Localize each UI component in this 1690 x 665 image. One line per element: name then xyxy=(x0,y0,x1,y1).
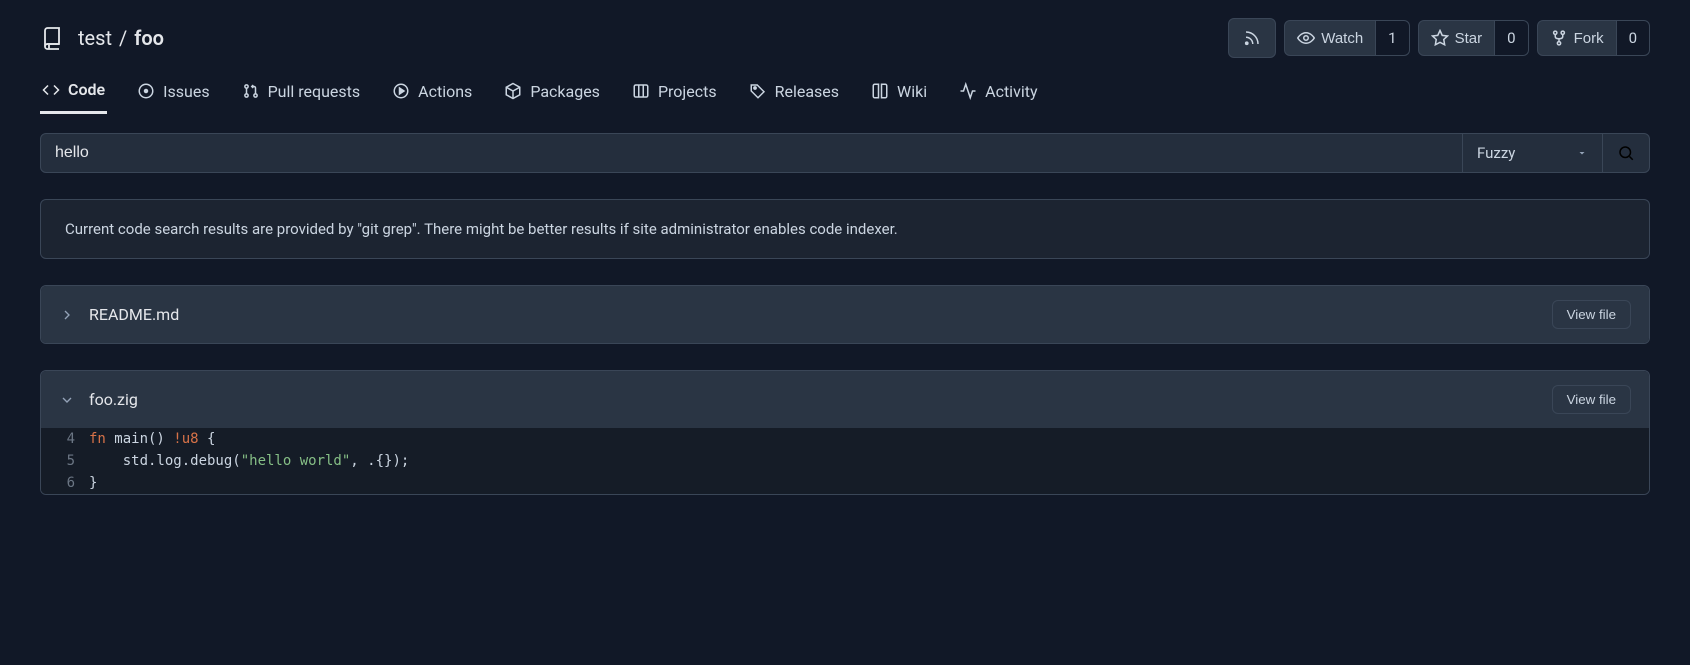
tab-packages-label: Packages xyxy=(530,82,600,101)
view-file-button[interactable]: View file xyxy=(1552,385,1631,414)
star-label: Star xyxy=(1455,30,1483,47)
rss-icon xyxy=(1243,29,1261,47)
code-content: fn main() !u8 { xyxy=(89,428,215,450)
fork-icon xyxy=(1550,29,1568,47)
result-header[interactable]: README.md View file xyxy=(41,286,1649,343)
tab-pull-requests[interactable]: Pull requests xyxy=(240,68,363,114)
tab-actions[interactable]: Actions xyxy=(390,68,474,114)
code-line: 6} xyxy=(41,472,1649,494)
eye-icon xyxy=(1297,29,1315,47)
watch-button[interactable]: Watch xyxy=(1284,20,1376,56)
project-icon xyxy=(632,82,650,100)
repo-owner-link[interactable]: test xyxy=(78,26,112,50)
book-icon xyxy=(871,82,889,100)
star-count[interactable]: 0 xyxy=(1495,20,1528,56)
fork-button[interactable]: Fork xyxy=(1537,20,1617,56)
tab-releases-label: Releases xyxy=(775,82,839,101)
play-circle-icon xyxy=(392,82,410,100)
code-icon xyxy=(42,81,60,99)
search-submit-button[interactable] xyxy=(1603,133,1650,173)
search-mode-label: Fuzzy xyxy=(1477,144,1515,162)
repo-title: test / foo xyxy=(40,26,164,50)
tab-wiki-label: Wiki xyxy=(897,82,927,101)
code-content: std.log.debug("hello world", .{}); xyxy=(89,450,409,472)
tab-projects-label: Projects xyxy=(658,82,717,101)
code-line: 5 std.log.debug("hello world", .{}); xyxy=(41,450,1649,472)
chevron-right-icon[interactable] xyxy=(59,307,75,323)
search-result: README.md View file xyxy=(40,285,1650,344)
tab-actions-label: Actions xyxy=(418,82,472,101)
code-snippet: 4fn main() !u8 {5 std.log.debug("hello w… xyxy=(41,428,1649,494)
tab-wiki[interactable]: Wiki xyxy=(869,68,929,114)
watch-label: Watch xyxy=(1321,30,1363,47)
tab-releases[interactable]: Releases xyxy=(747,68,841,114)
result-header[interactable]: foo.zig View file xyxy=(41,371,1649,428)
tag-icon xyxy=(749,82,767,100)
line-number: 4 xyxy=(41,428,89,450)
search-mode-select[interactable]: Fuzzy xyxy=(1463,133,1603,173)
chevron-down-icon[interactable] xyxy=(59,392,75,408)
line-number: 5 xyxy=(41,450,89,472)
star-button[interactable]: Star xyxy=(1418,20,1496,56)
fork-label: Fork xyxy=(1574,30,1604,47)
result-filename[interactable]: foo.zig xyxy=(89,390,138,409)
tab-packages[interactable]: Packages xyxy=(502,68,602,114)
tab-code-label: Code xyxy=(68,80,105,99)
view-file-button[interactable]: View file xyxy=(1552,300,1631,329)
chevron-down-icon xyxy=(1576,147,1588,159)
package-icon xyxy=(504,82,522,100)
search-icon xyxy=(1617,144,1635,162)
breadcrumb-separator: / xyxy=(119,26,127,50)
search-input[interactable] xyxy=(40,133,1463,173)
git-pull-request-icon xyxy=(242,82,260,100)
rss-button[interactable] xyxy=(1228,18,1276,58)
repo-icon xyxy=(40,26,64,50)
tab-issues-label: Issues xyxy=(163,82,209,101)
tab-activity[interactable]: Activity xyxy=(957,68,1039,114)
tab-activity-label: Activity xyxy=(985,82,1037,101)
tab-issues[interactable]: Issues xyxy=(135,68,211,114)
fork-count[interactable]: 0 xyxy=(1617,20,1650,56)
tab-pulls-label: Pull requests xyxy=(268,82,361,101)
tab-projects[interactable]: Projects xyxy=(630,68,719,114)
result-filename[interactable]: README.md xyxy=(89,305,179,324)
code-line: 4fn main() !u8 { xyxy=(41,428,1649,450)
activity-icon xyxy=(959,82,977,100)
search-notice: Current code search results are provided… xyxy=(40,199,1650,259)
repo-name-link[interactable]: foo xyxy=(134,26,164,50)
watch-count[interactable]: 1 xyxy=(1376,20,1409,56)
star-icon xyxy=(1431,29,1449,47)
line-number: 6 xyxy=(41,472,89,494)
search-result: foo.zig View file 4fn main() !u8 {5 std.lo… xyxy=(40,370,1650,495)
code-content: } xyxy=(89,472,97,494)
issues-icon xyxy=(137,82,155,100)
repo-tabs: Code Issues Pull requests Actions Packag… xyxy=(40,68,1650,115)
tab-code[interactable]: Code xyxy=(40,68,107,114)
